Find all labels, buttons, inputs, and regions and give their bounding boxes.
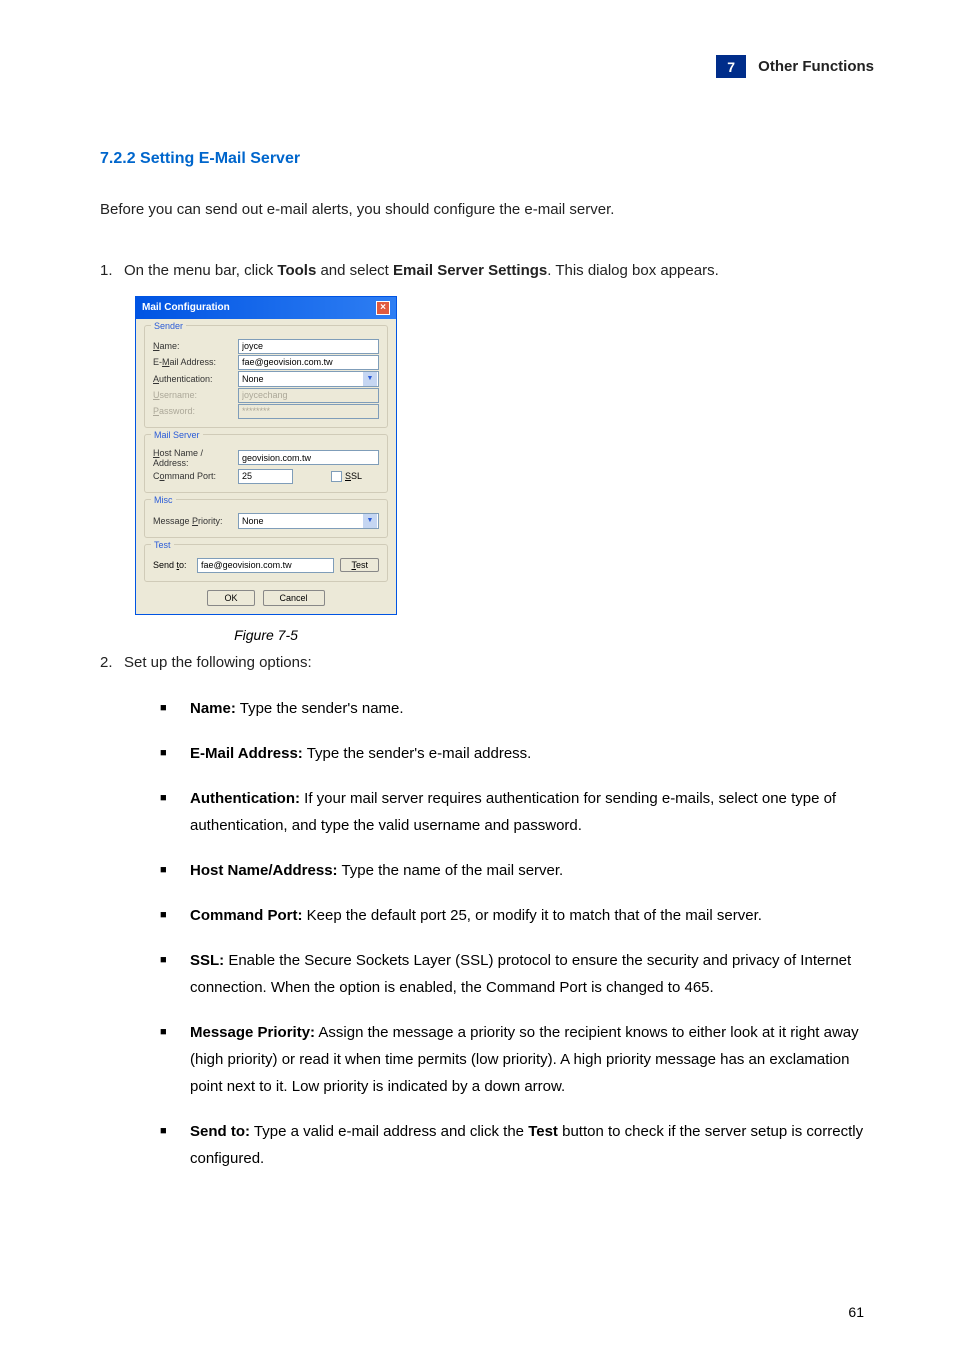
- test-button[interactable]: Test: [340, 558, 379, 572]
- options-list: ■ Name: Type the sender's name. ■ E-Mail…: [160, 695, 874, 1172]
- sendto-input[interactable]: [197, 558, 334, 573]
- list-item: ■ E-Mail Address: Type the sender's e-ma…: [160, 740, 874, 767]
- dialog-screenshot: Mail Configuration × Sender Name: E-Mail…: [135, 296, 874, 615]
- name-input[interactable]: [238, 339, 379, 354]
- chapter-badge: 7: [716, 55, 746, 78]
- ssl-checkbox[interactable]: [331, 471, 342, 482]
- dialog-title-text: Mail Configuration: [142, 302, 230, 313]
- dialog-titlebar: Mail Configuration ×: [136, 297, 396, 319]
- email-input[interactable]: [238, 355, 379, 370]
- priority-select[interactable]: None ▼: [238, 513, 379, 529]
- step-2: 2.Set up the following options:: [100, 649, 874, 678]
- mailserver-legend: Mail Server: [151, 430, 203, 440]
- ssl-label: SSL: [345, 471, 362, 481]
- step-1: 1.On the menu bar, click Tools and selec…: [100, 257, 874, 286]
- host-input[interactable]: [238, 450, 379, 465]
- auth-label: Authentication:: [153, 374, 238, 384]
- username-label: Username:: [153, 390, 238, 400]
- page-header: 7 Other Functions: [716, 55, 874, 78]
- list-item: ■ SSL: Enable the Secure Sockets Layer (…: [160, 947, 874, 1001]
- section-title: 7.2.2 Setting E-Mail Server: [100, 150, 874, 168]
- port-input[interactable]: [238, 469, 293, 484]
- password-label: Password:: [153, 406, 238, 416]
- sender-fieldset: Sender Name: E-Mail Address: Authenticat…: [144, 325, 388, 428]
- misc-fieldset: Misc Message Priority: None ▼: [144, 499, 388, 538]
- username-input: [238, 388, 379, 403]
- ok-button[interactable]: OK: [207, 590, 254, 606]
- page-number: 61: [848, 1304, 864, 1320]
- mailserver-fieldset: Mail Server Host Name / Address: Command…: [144, 434, 388, 493]
- list-item: ■ Message Priority: Assign the message a…: [160, 1019, 874, 1100]
- list-item: ■ Command Port: Keep the default port 25…: [160, 902, 874, 929]
- list-item: ■ Name: Type the sender's name.: [160, 695, 874, 722]
- sender-legend: Sender: [151, 321, 186, 331]
- list-item: ■ Send to: Type a valid e-mail address a…: [160, 1118, 874, 1172]
- test-fieldset: Test Send to: Test: [144, 544, 388, 582]
- intro-text: Before you can send out e-mail alerts, y…: [100, 198, 874, 222]
- auth-select[interactable]: None ▼: [238, 371, 379, 387]
- figure-caption: Figure 7-5: [135, 627, 397, 643]
- list-item: ■ Host Name/Address: Type the name of th…: [160, 857, 874, 884]
- email-label: E-Mail Address:: [153, 357, 238, 367]
- sendto-label: Send to:: [153, 560, 191, 570]
- name-label: Name:: [153, 341, 238, 351]
- chapter-text: Other Functions: [758, 58, 874, 75]
- close-icon[interactable]: ×: [376, 301, 390, 315]
- cancel-button[interactable]: Cancel: [263, 590, 325, 606]
- priority-label: Message Priority:: [153, 516, 238, 526]
- host-label: Host Name / Address:: [153, 448, 238, 468]
- chevron-down-icon: ▼: [363, 514, 377, 528]
- list-item: ■ Authentication: If your mail server re…: [160, 785, 874, 839]
- port-label: Command Port:: [153, 471, 238, 481]
- password-input: [238, 404, 379, 419]
- chevron-down-icon: ▼: [363, 372, 377, 386]
- misc-legend: Misc: [151, 495, 176, 505]
- test-legend: Test: [151, 540, 174, 550]
